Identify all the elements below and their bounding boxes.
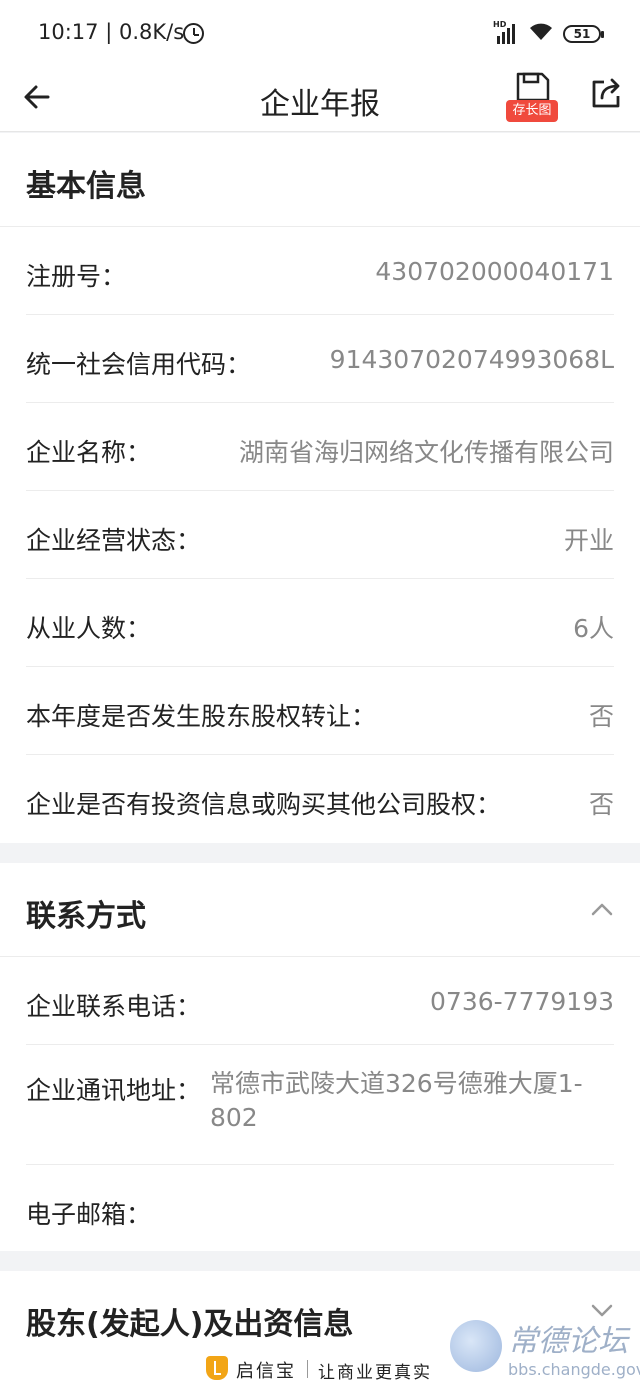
info-row-equity-transfer: 本年度是否发生股东股权转让： 否 [26,667,614,755]
contact-row-phone: 企业联系电话： 0736-7779193 [26,957,614,1045]
wifi-icon [530,23,552,40]
floppy-disk-icon [516,72,550,102]
share-icon[interactable] [588,76,624,112]
info-row-registration-number: 注册号： 430702000040171 [26,227,614,315]
footer-divider [307,1360,308,1378]
save-long-image-button[interactable]: 存长图 [506,72,558,124]
phone-value[interactable]: 0736-7779193 [430,987,614,1016]
registration-number-value: 430702000040171 [375,257,614,286]
watermark-emblem [450,1320,502,1372]
brand-logo-icon [206,1356,228,1380]
cellular-signal-icon [497,24,515,44]
shareholders-title: 股东(发起人)及出资信息 [26,1307,354,1342]
footer-brand: 启信宝 [236,1361,296,1382]
info-row-employee-count: 从业人数： 6人 [26,579,614,667]
investment-value: 否 [588,790,614,819]
alarm-icon [183,23,204,44]
employee-count-value: 6人 [573,614,614,643]
footer-slogan: 让商业更真实 [318,1363,432,1383]
watermark-url: bbs.changde.gov.cn [508,1360,640,1379]
status-bar: 10:17 | 0.8K/s HD 51 [0,0,640,62]
basic-info-card: 基本信息 注册号： 430702000040171 统一社会信用代码： 9143… [0,133,640,843]
contact-row-email: 电子邮箱： [26,1165,614,1251]
company-name-value: 湖南省海归网络文化传播有限公司 [238,438,614,467]
contact-card: 联系方式 企业联系电话： 0736-7779193 企业通讯地址： 常德市武陵大… [0,863,640,1251]
equity-transfer-value: 否 [588,702,614,731]
email-label: 电子邮箱： [26,1200,152,1229]
contact-row-address: 企业通讯地址： 常德市武陵大道326号德雅大厦1-802 [26,1045,614,1165]
watermark-title: 常德论坛 [508,1324,628,1359]
registration-number-label: 注册号： [26,262,127,291]
info-row-credit-code: 统一社会信用代码： 91430702074993068L [26,315,614,403]
business-status-value: 开业 [563,526,614,555]
employee-count-label: 从业人数： [26,614,152,643]
address-value: 常德市武陵大道326号德雅大厦1-802 [210,1069,583,1132]
contact-title: 联系方式 [26,899,146,934]
investment-label: 企业是否有投资信息或购买其他公司股权： [26,790,502,819]
credit-code-value: 91430702074993068L [329,345,614,374]
credit-code-label: 统一社会信用代码： [26,350,252,379]
chevron-up-icon[interactable] [590,901,614,917]
basic-info-header: 基本信息 [0,133,640,227]
contact-header[interactable]: 联系方式 [0,863,640,957]
info-row-investment: 企业是否有投资信息或购买其他公司股权： 否 [26,755,614,843]
nav-bar: 企业年报 存长图 [0,62,640,132]
status-time: 10:17 [38,20,99,44]
info-row-business-status: 企业经营状态： 开业 [26,491,614,579]
info-row-company-name: 企业名称： 湖南省海归网络文化传播有限公司 [26,403,614,491]
battery-icon: 51 [563,25,604,43]
forum-watermark: 常德论坛 bbs.changde.gov.cn [450,1316,640,1384]
phone-label: 企业联系电话： [26,992,202,1021]
basic-info-title: 基本信息 [26,169,146,204]
business-status-label: 企业经营状态： [26,526,202,555]
save-long-image-label: 存长图 [506,100,558,122]
company-name-label: 企业名称： [26,438,152,467]
status-time-speed: 10:17 | 0.8K/s [38,20,185,44]
address-label: 企业通讯地址： [26,1076,202,1105]
status-speed: 0.8K/s [118,20,185,44]
equity-transfer-label: 本年度是否发生股东股权转让： [26,702,377,731]
